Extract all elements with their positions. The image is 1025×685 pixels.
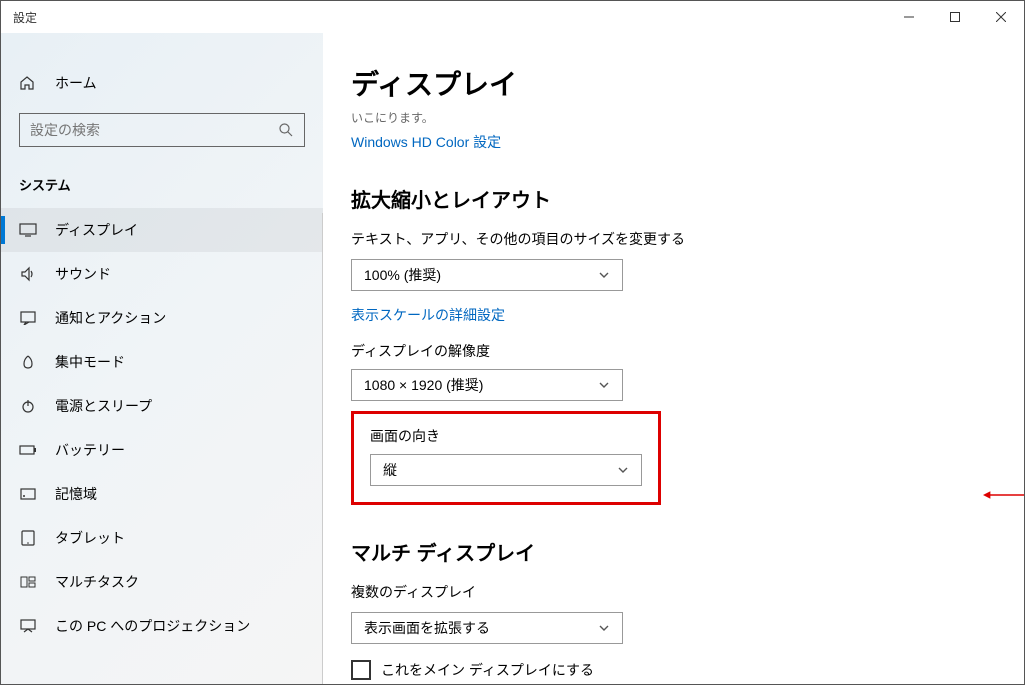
multitask-icon [19,576,37,588]
multi-value: 表示画面を拡張する [364,618,490,638]
projection-icon [19,619,37,633]
sidebar-item-label: タブレット [55,528,125,548]
resolution-label: ディスプレイの解像度 [351,341,1024,361]
sidebar-item-battery[interactable]: バッテリー [1,428,323,472]
scale-value: 100% (推奨) [364,265,441,285]
home-button[interactable]: ホーム [1,61,323,105]
sidebar-item-label: ディスプレイ [55,220,138,240]
sidebar-item-focus[interactable]: 集中モード [1,340,323,384]
sidebar-item-label: バッテリー [55,440,125,460]
sidebar-item-multitask[interactable]: マルチタスク [1,560,323,604]
focus-icon [19,354,37,370]
scale-section-title: 拡大縮小とレイアウト [351,184,1024,213]
orientation-label: 画面の向き [370,426,642,446]
titlebar: 設定 [1,1,1024,33]
sidebar-item-label: マルチタスク [55,572,139,592]
search-icon [278,122,294,138]
sidebar-item-projection[interactable]: この PC へのプロジェクション [1,604,323,648]
power-icon [19,398,37,414]
window-controls [886,1,1024,33]
minimize-button[interactable] [886,1,932,33]
main-display-row: これをメイン ディスプレイにする [351,660,1024,680]
main-display-checkbox[interactable] [351,660,371,680]
sidebar-item-storage[interactable]: 記憶域 [1,472,323,516]
close-button[interactable] [978,1,1024,33]
storage-icon [19,488,37,500]
scale-dropdown[interactable]: 100% (推奨) [351,259,623,291]
sidebar-item-power[interactable]: 電源とスリープ [1,384,323,428]
chevron-down-icon [598,622,610,634]
home-label: ホーム [55,73,97,93]
home-icon [19,75,37,91]
battery-icon [19,445,37,455]
sidebar-item-label: この PC へのプロジェクション [55,616,250,636]
main-panel: ディスプレイ いこにります。 Windows HD Color 設定 拡大縮小と… [323,33,1024,684]
display-icon [19,223,37,237]
multi-section-title: マルチ ディスプレイ [351,537,1024,566]
category-label: システム [1,165,323,208]
sidebar-item-label: 集中モード [55,352,125,372]
chevron-down-icon [617,464,629,476]
search-input[interactable] [30,122,278,138]
tablet-icon [19,530,37,546]
sidebar-item-label: サウンド [55,264,111,284]
resolution-value: 1080 × 1920 (推奨) [364,375,483,395]
main-display-label: これをメイン ディスプレイにする [381,660,594,680]
sidebar-item-notifications[interactable]: 通知とアクション [1,296,323,340]
search-box[interactable] [19,113,305,147]
annotation-highlight-box: 画面の向き 縦 [351,411,661,505]
sidebar-item-sound[interactable]: サウンド [1,252,323,296]
close-icon [996,12,1006,22]
notification-icon [19,311,37,325]
sidebar-item-label: 通知とアクション [55,308,166,328]
multi-label: 複数のディスプレイ [351,582,1024,602]
sidebar-item-tablet[interactable]: タブレット [1,516,323,560]
scale-label: テキスト、アプリ、その他の項目のサイズを変更する [351,229,1024,249]
sidebar: ホーム システム ディスプレイ サウンド 通知とアクション 集中モード 電源とス… [1,33,323,684]
chevron-down-icon [598,379,610,391]
arrow-icon [983,485,1024,505]
sidebar-item-label: 記憶域 [55,484,97,504]
scale-advanced-link[interactable]: 表示スケールの詳細設定 [351,305,505,325]
hd-color-link[interactable]: Windows HD Color 設定 [351,132,501,152]
maximize-button[interactable] [932,1,978,33]
sidebar-item-label: 電源とスリープ [55,396,152,416]
orientation-dropdown[interactable]: 縦 [370,454,642,486]
sidebar-item-display[interactable]: ディスプレイ [1,208,323,252]
orientation-value: 縦 [383,460,397,480]
page-title: ディスプレイ [351,63,1024,103]
multi-dropdown[interactable]: 表示画面を拡張する [351,612,623,644]
chevron-down-icon [598,269,610,281]
sound-icon [19,266,37,282]
page-subtitle: いこにります。 [351,109,1024,126]
maximize-icon [950,12,960,22]
resolution-dropdown[interactable]: 1080 × 1920 (推奨) [351,369,623,401]
minimize-icon [904,12,914,22]
app-title: 設定 [13,9,37,26]
